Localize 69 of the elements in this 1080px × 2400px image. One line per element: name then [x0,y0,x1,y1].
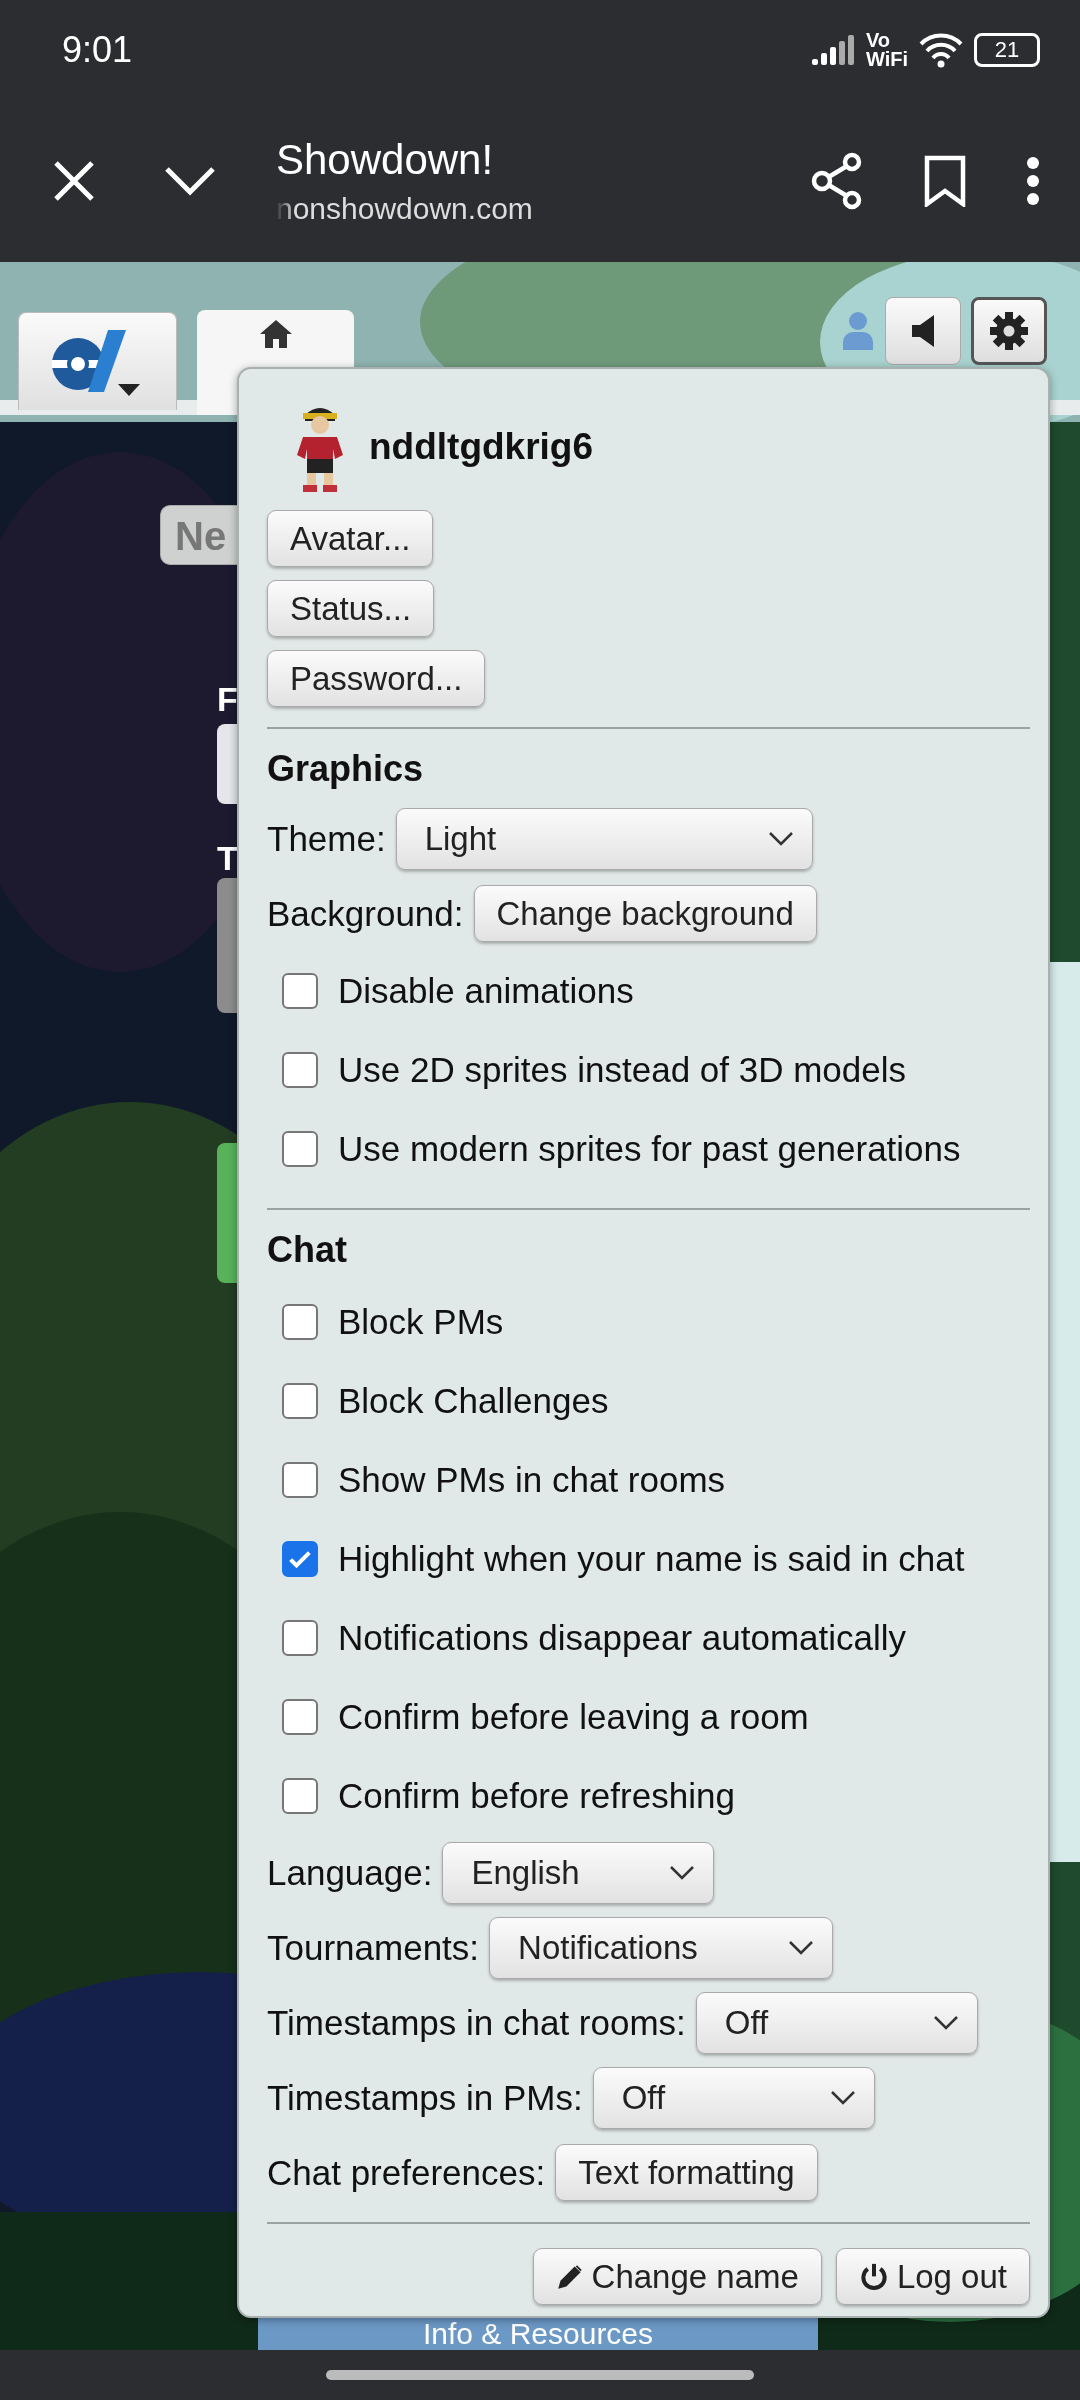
chevron-down-icon [669,1864,696,1881]
setting-button[interactable]: Change background [473,885,817,942]
power-icon [858,2261,889,2292]
checkbox-label: Show PMs in chat rooms [338,1459,726,1500]
chevron-down-icon [788,1939,815,1956]
account-button[interactable]: Status... [267,580,435,637]
checkbox-label: Use modern sprites for past generations [338,1128,961,1169]
sound-button[interactable] [885,297,961,365]
setting-label: Language: [267,1852,433,1893]
checkbox[interactable] [282,1130,318,1167]
speaker-icon [910,314,936,348]
dropdown[interactable]: English [442,1841,715,1904]
input-field[interactable] [217,724,237,804]
username: nddltgdkrig6 [369,425,594,468]
checkbox-label: Highlight when your name is said in chat [338,1538,965,1579]
chevron-down-icon [767,830,794,847]
setting-button[interactable]: Text formatting [555,2144,818,2201]
clock: 9:01 [62,29,133,71]
settings-button[interactable] [971,297,1047,365]
checkbox[interactable] [282,1303,318,1340]
wifi-icon [918,32,964,68]
checkbox[interactable] [282,1619,318,1656]
checkbox[interactable] [282,1540,318,1577]
setting-label: Tournaments: [267,1927,480,1968]
checkbox-label: Use 2D sprites instead of 3D models [338,1049,907,1090]
network-label: Vo [865,31,892,50]
section-heading: Chat [267,1228,348,1272]
bookmark-icon[interactable] [924,155,966,207]
form-label: T [217,839,237,878]
form-label: F [217,680,237,719]
battery-icon: 21 [974,33,1040,67]
checkbox-label: Notifications disappear automatically [338,1617,907,1658]
change-name-button[interactable]: Change name [532,2248,822,2305]
checkbox-label: Block PMs [338,1301,504,1342]
checkbox-label: Block Challenges [338,1380,609,1421]
logo-menu-button[interactable] [18,312,177,410]
close-icon[interactable] [52,159,96,203]
checkbox[interactable] [282,1051,318,1088]
dropdown[interactable]: Off [695,1991,978,2054]
network-label: WiFi [865,50,908,69]
checkbox[interactable] [282,1461,318,1498]
account-button[interactable]: Password... [267,650,486,707]
signal-icon [811,35,856,65]
more-icon[interactable] [1026,157,1040,205]
log-out-button[interactable]: Log out [835,2248,1030,2305]
dropdown[interactable]: Off [592,2066,875,2129]
checkbox-label: Confirm before leaving a room [338,1696,809,1737]
settings-icon [989,311,1029,351]
chevron-down-icon[interactable] [164,166,216,196]
setting-label: Timestamps in chat rooms: [267,2002,686,2043]
checkbox[interactable] [282,972,318,1009]
page-url: nonshowdown.com [276,192,533,226]
checkbox-label: Disable animations [338,970,634,1011]
checkbox-label: Confirm before refreshing [338,1775,735,1816]
account-button[interactable]: Avatar... [267,510,434,567]
section-heading: Graphics [267,747,425,791]
dropdown[interactable]: Light [395,807,813,870]
share-icon[interactable] [810,152,864,210]
setting-label: Chat preferences: [267,2152,546,2193]
chevron-down-icon [829,2089,856,2106]
setting-label: Theme: [267,818,386,859]
checkbox[interactable] [282,1382,318,1419]
dropdown[interactable]: Notifications [489,1916,834,1979]
chevron-down-icon [932,2014,959,2031]
setting-label: Timestamps in PMs: [267,2077,583,2118]
setting-label: Background: [267,893,464,934]
checkbox[interactable] [282,1698,318,1735]
page-title: Showdown! [276,136,495,184]
checkbox[interactable] [282,1777,318,1814]
